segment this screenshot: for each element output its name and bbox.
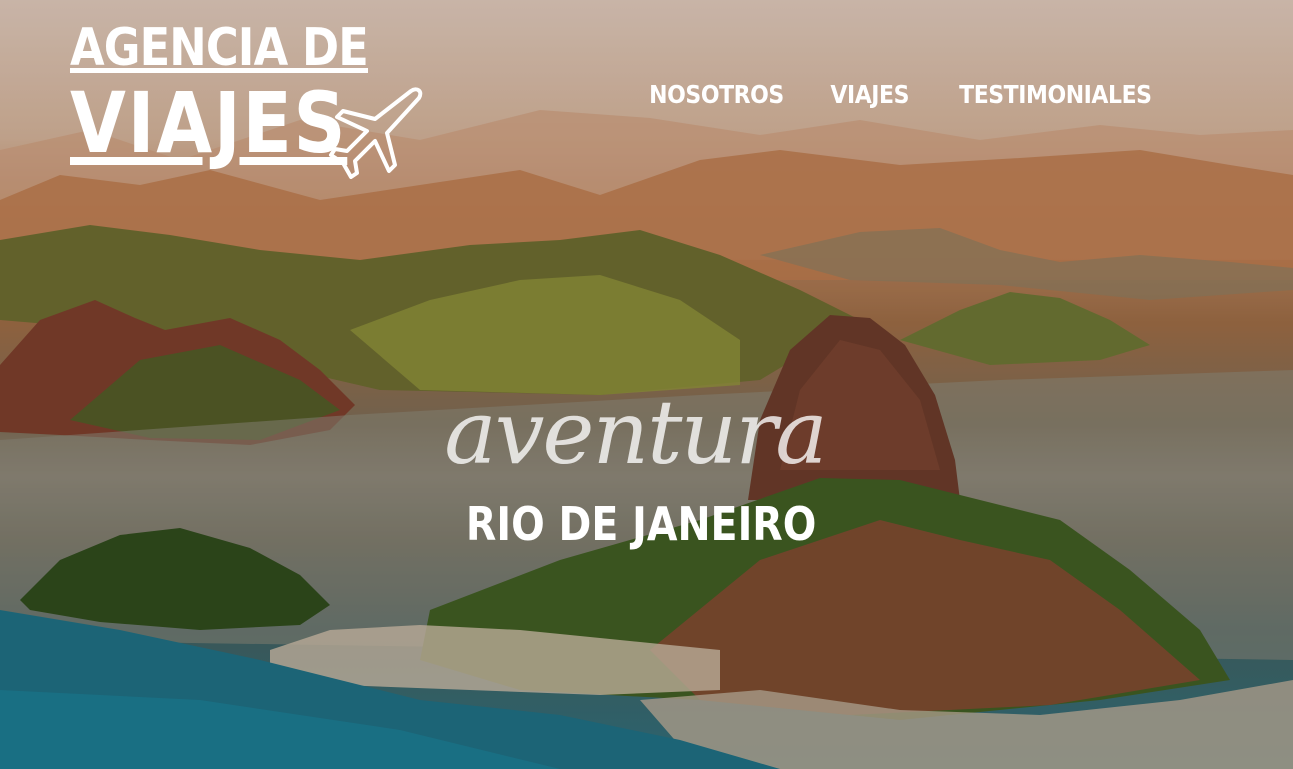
nav-viajes[interactable]: VIAJES	[830, 80, 909, 109]
hero-section: AGENCIA DE VIAJES NOSOTROS VIAJES TESTIM…	[0, 0, 1293, 769]
hero-tagline: aventura	[444, 381, 828, 484]
nav-nosotros[interactable]: NOSOTROS	[649, 80, 784, 109]
nav-testimoniales[interactable]: TESTIMONIALES	[959, 80, 1152, 109]
brand-line1: AGENCIA DE	[70, 18, 369, 78]
brand-line2: VIAJES	[70, 74, 348, 172]
hero-destination: RIO DE JANEIRO	[465, 497, 817, 551]
main-nav: NOSOTROS VIAJES TESTIMONIALES	[640, 80, 1165, 109]
airplane-icon	[329, 87, 423, 179]
